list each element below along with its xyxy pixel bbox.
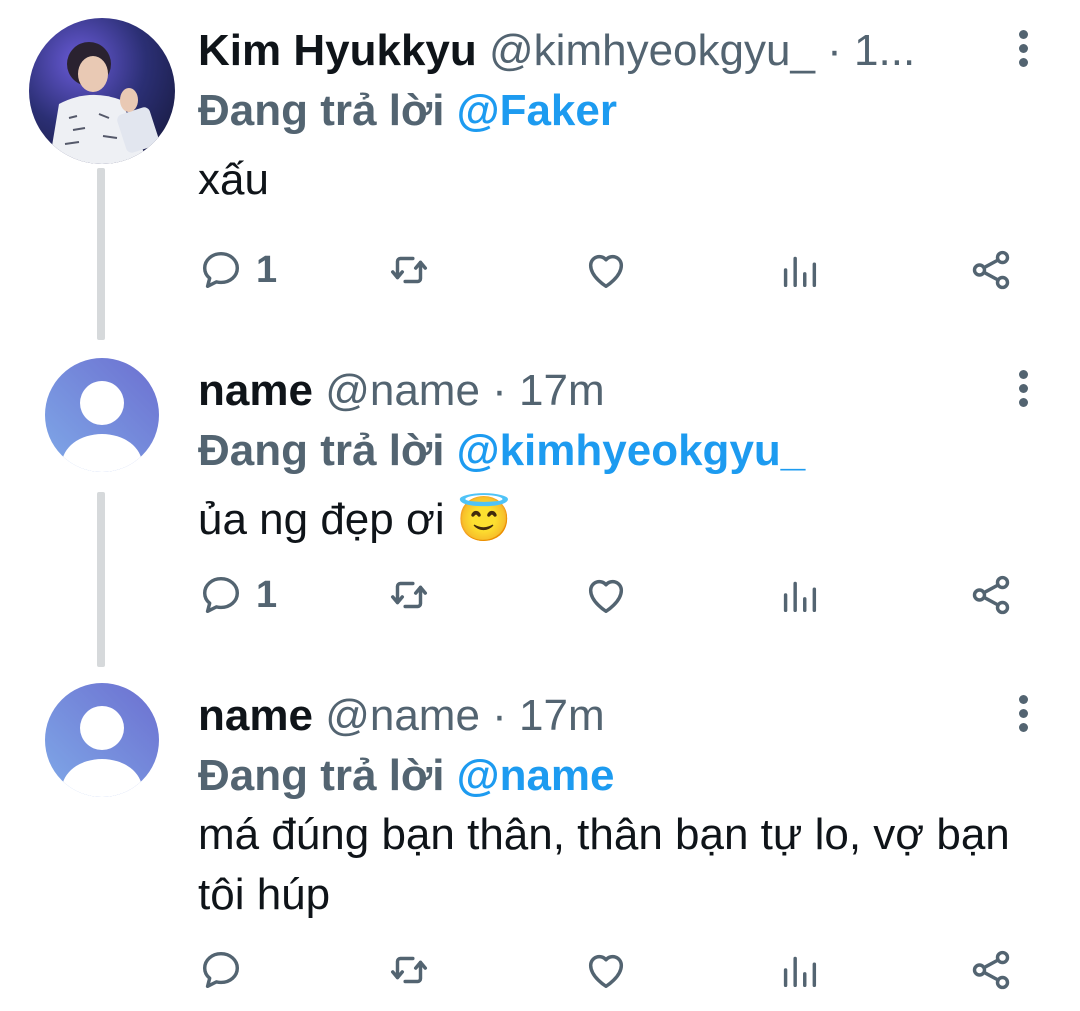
like-button[interactable]	[583, 565, 629, 625]
share-icon	[972, 250, 1010, 290]
user-handle[interactable]: @name	[325, 366, 480, 415]
like-button[interactable]	[583, 940, 629, 1000]
user-handle[interactable]: @name	[325, 691, 480, 740]
bar-chart-icon	[783, 256, 817, 288]
replying-to: Đang trả lời @name	[198, 747, 615, 805]
share-icon	[972, 950, 1010, 990]
share-icon	[972, 575, 1010, 615]
speech-bubble-icon	[202, 951, 240, 989]
tweet-actions: 1	[198, 240, 1020, 300]
tweet-text: xấu	[198, 155, 269, 204]
retweet-button[interactable]	[386, 940, 432, 1000]
tweet-header: Kim Hyukkyu @kimhyeokgyu_ · 1...	[198, 22, 980, 80]
share-button[interactable]	[968, 565, 1014, 625]
reply-button[interactable]	[198, 940, 256, 1000]
tweet-actions	[198, 940, 1020, 1000]
avatar[interactable]	[45, 683, 159, 797]
reply-button[interactable]: 1	[198, 565, 277, 625]
timestamp[interactable]: 1...	[854, 26, 915, 75]
reply-thread: Kim Hyukkyu @kimhyeokgyu_ · 1... Đang tr…	[0, 0, 1080, 1011]
speech-bubble-icon	[202, 576, 240, 614]
avatar[interactable]	[29, 18, 175, 164]
share-button[interactable]	[968, 240, 1014, 300]
thread-line	[97, 168, 105, 340]
tweet-text: ủa ng đẹp ơi 😇	[198, 495, 512, 544]
replying-to: Đang trả lời @Faker	[198, 82, 617, 140]
replying-to-label: Đang trả lời	[198, 86, 445, 135]
mention-link[interactable]: @kimhyeokgyu_	[457, 426, 806, 475]
timestamp[interactable]: 17m	[519, 366, 605, 415]
replying-to: Đang trả lời @kimhyeokgyu_	[198, 422, 805, 480]
bar-chart-icon	[783, 956, 817, 988]
views-button[interactable]	[776, 565, 822, 625]
retweet-button[interactable]	[386, 565, 432, 625]
retweet-icon	[390, 956, 428, 984]
views-button[interactable]	[776, 240, 822, 300]
views-button[interactable]	[776, 940, 822, 1000]
heart-icon	[588, 254, 624, 289]
reply-count: 1	[256, 573, 278, 616]
more-vertical-icon[interactable]	[1008, 370, 1038, 414]
retweet-icon	[390, 256, 428, 284]
replying-to-label: Đang trả lời	[198, 426, 445, 475]
tweet[interactable]: name @name · 17m Đang trả lời @kimhyeokg…	[0, 340, 1080, 667]
heart-icon	[588, 579, 624, 614]
thread-line	[97, 492, 105, 667]
separator-dot: ·	[492, 691, 507, 740]
heart-icon	[588, 954, 624, 989]
tweet-header: name @name · 17m	[198, 687, 980, 745]
more-vertical-icon[interactable]	[1008, 30, 1038, 74]
replying-to-label: Đang trả lời	[198, 751, 445, 800]
display-name[interactable]: Kim Hyukkyu	[198, 26, 477, 75]
mention-link[interactable]: @Faker	[457, 86, 617, 135]
timestamp[interactable]: 17m	[519, 691, 605, 740]
user-handle[interactable]: @kimhyeokgyu_	[489, 26, 815, 75]
retweet-icon	[390, 581, 428, 609]
tweet-actions: 1	[198, 565, 1020, 625]
speech-bubble-icon	[202, 251, 240, 289]
separator-dot: ·	[492, 366, 507, 415]
retweet-button[interactable]	[386, 240, 432, 300]
tweet-text: má đúng bạn thân, thân bạn tự lo, vợ bạn…	[198, 810, 1010, 919]
separator-dot: ·	[827, 26, 842, 75]
tweet[interactable]: Kim Hyukkyu @kimhyeokgyu_ · 1... Đang tr…	[0, 0, 1080, 340]
mention-link[interactable]: @name	[457, 751, 615, 800]
share-button[interactable]	[968, 940, 1014, 1000]
tweet-header: name @name · 17m	[198, 362, 980, 420]
bar-chart-icon	[783, 581, 817, 613]
like-button[interactable]	[583, 240, 629, 300]
more-vertical-icon[interactable]	[1008, 695, 1038, 739]
display-name[interactable]: name	[198, 366, 313, 415]
avatar[interactable]	[45, 358, 159, 472]
reply-count: 1	[256, 248, 278, 291]
display-name[interactable]: name	[198, 691, 313, 740]
tweet[interactable]: name @name · 17m Đang trả lời @name má đ…	[0, 665, 1080, 1011]
reply-button[interactable]: 1	[198, 240, 277, 300]
